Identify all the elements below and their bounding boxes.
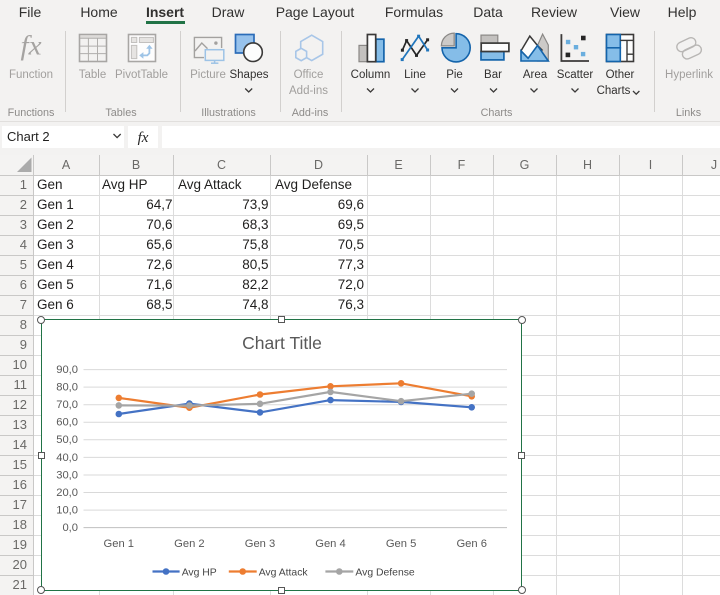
svg-text:30,0: 30,0 bbox=[56, 469, 78, 481]
svg-text:Chart Title: Chart Title bbox=[242, 332, 322, 352]
svg-text:Avg Attack: Avg Attack bbox=[259, 567, 309, 578]
svg-text:Gen 6: Gen 6 bbox=[456, 538, 486, 550]
svg-text:Gen 3: Gen 3 bbox=[245, 538, 275, 550]
svg-text:Avg Defense: Avg Defense bbox=[355, 567, 415, 578]
svg-text:10,0: 10,0 bbox=[56, 504, 78, 516]
svg-text:fx: fx bbox=[138, 130, 149, 146]
svg-text:50,0: 50,0 bbox=[56, 434, 78, 446]
svg-text:Gen 4: Gen 4 bbox=[315, 538, 345, 550]
svg-text:Gen 5: Gen 5 bbox=[386, 538, 416, 550]
svg-text:Avg HP: Avg HP bbox=[182, 567, 217, 578]
svg-text:40,0: 40,0 bbox=[56, 451, 78, 463]
svg-text:Gen 2: Gen 2 bbox=[174, 538, 204, 550]
svg-text:90,0: 90,0 bbox=[56, 364, 78, 376]
svg-text:20,0: 20,0 bbox=[56, 487, 78, 499]
svg-text:60,0: 60,0 bbox=[56, 416, 78, 428]
svg-text:70,0: 70,0 bbox=[56, 399, 78, 411]
svg-text:Gen 1: Gen 1 bbox=[104, 538, 134, 550]
svg-text:0,0: 0,0 bbox=[62, 522, 78, 534]
svg-text:80,0: 80,0 bbox=[56, 381, 78, 393]
svg-text:fx: fx bbox=[21, 31, 42, 61]
